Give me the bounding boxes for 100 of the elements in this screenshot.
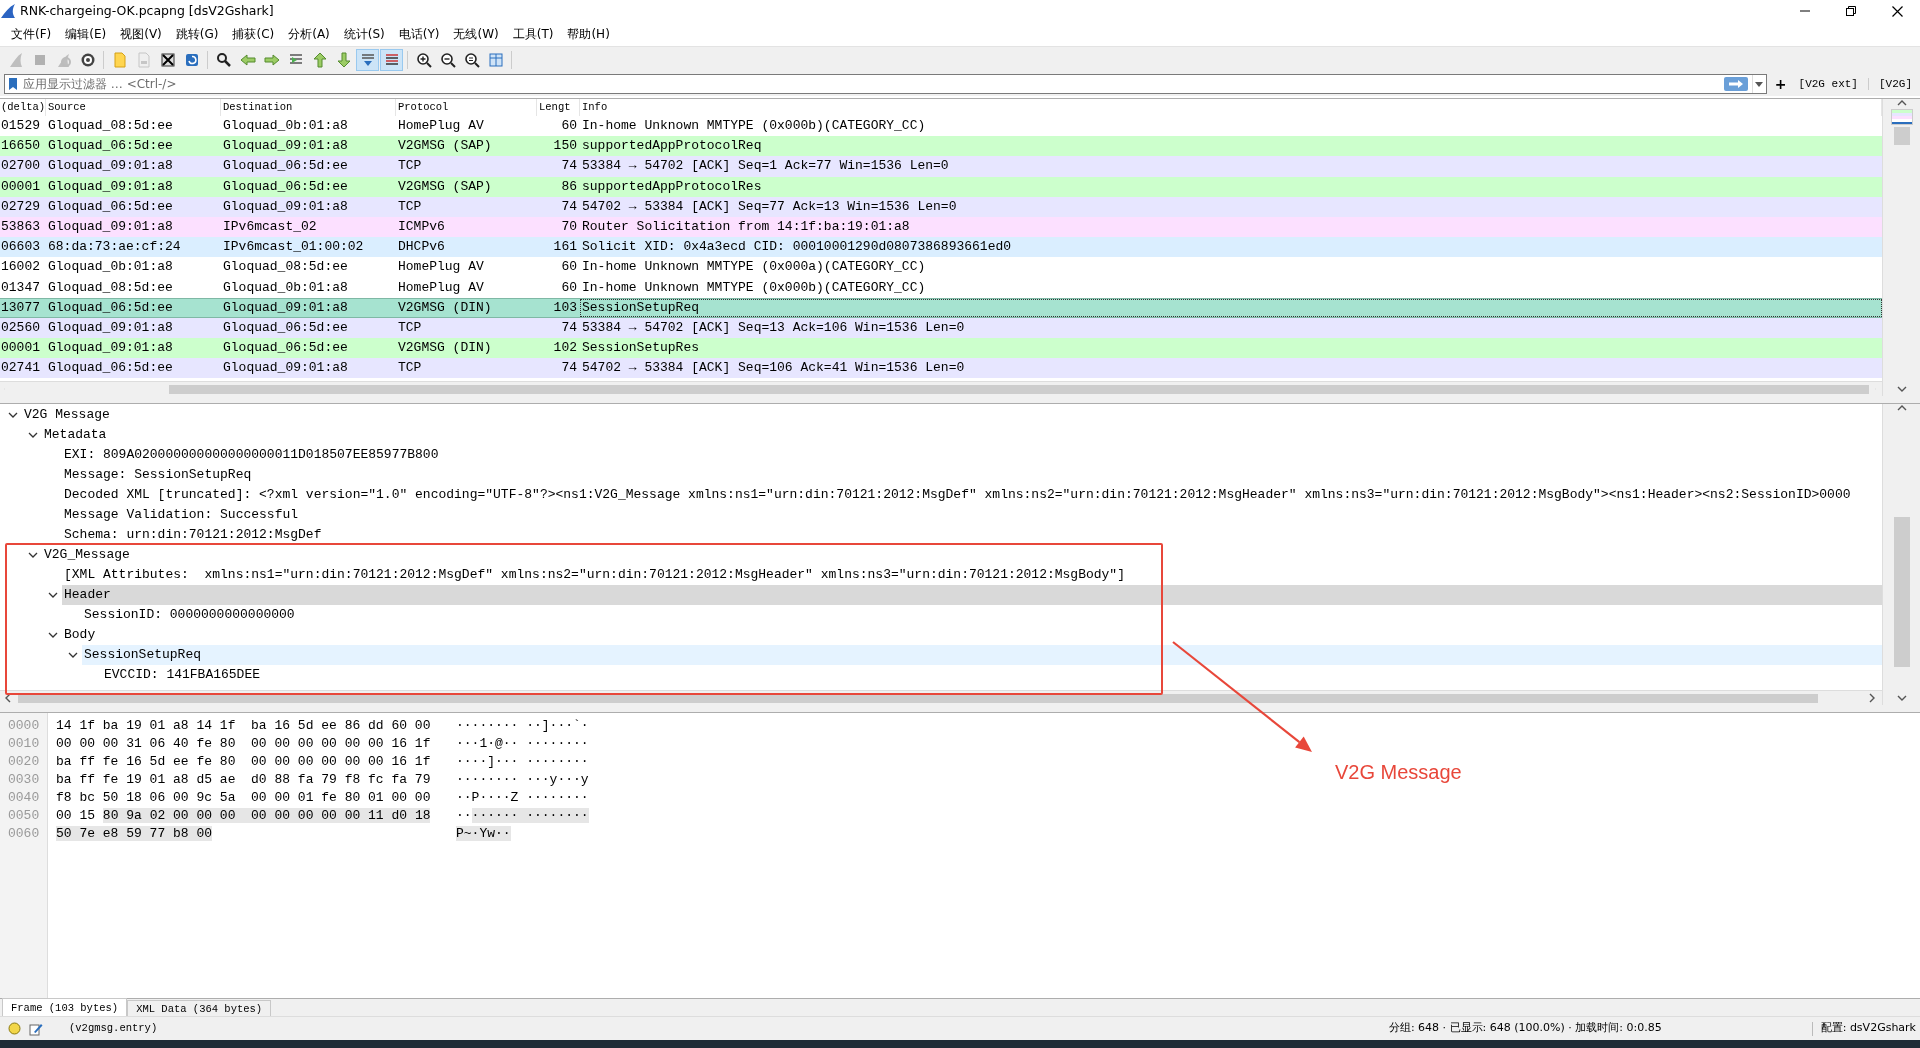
table-cell-text: 00001 [0, 177, 41, 196]
menu-item[interactable]: 跳转(G) [168, 25, 226, 43]
vertical-scrollbar[interactable] [1882, 99, 1920, 396]
column-header[interactable]: Protocol [396, 99, 537, 116]
scroll-up-icon[interactable] [1896, 99, 1907, 107]
table-cell-text: Gloquad_09:01:a8 [47, 339, 174, 358]
table-cell-text: In-home Unknown MMTYPE (0x000b)(CATEGORY_CC) [581, 278, 927, 297]
table-cell-text: Gloquad_09:01:a8 [47, 157, 174, 176]
vertical-scrollbar[interactable] [1882, 404, 1920, 705]
chevron-down-icon[interactable] [28, 431, 38, 439]
table-cell: SessionSetupReq [580, 298, 1882, 317]
colorize-icon [383, 51, 400, 68]
table-cell-text: Gloquad_06:5d:ee [47, 197, 174, 216]
tree-item[interactable]: Metadata [42, 425, 1882, 445]
colorize-button[interactable] [380, 48, 403, 71]
column-header[interactable]: Lengt [537, 99, 580, 116]
scroll-left-icon[interactable] [4, 693, 12, 703]
filter-button[interactable]: [V2G] [1875, 75, 1916, 93]
table-cell-text: Gloquad_06:5d:ee [47, 359, 174, 378]
tree-item[interactable]: Message: SessionSetupReq [62, 465, 1882, 485]
packet-row[interactable]: 06603 68:da:73:ae:cf:24 IPv6mcast_01:00:02 DHCPv6 161 Solicit XID: 0x4a3ecd CID: 00010001290d0807386893661ed0 [0, 237, 1882, 258]
tree-item[interactable]: EVCCID: 141FBA165DEE [102, 665, 1882, 685]
table-cell-text: 02560 [0, 318, 41, 337]
back-arrow-icon [239, 51, 256, 68]
tab[interactable]: Frame (103 bytes) [2, 998, 128, 1016]
packet-row[interactable]: 02729 Gloquad_06:5d:ee Gloquad_09:01:a8 TCP 74 54702 → 53384 [ACK] Seq=77 Ack=13 Win=1536 Len=0 [0, 196, 1882, 217]
packet-row[interactable]: 16650 Gloquad_06:5d:ee Gloquad_09:01:a8 V2GMSG (SAP) 150 supportedAppProtocolReq [0, 136, 1882, 157]
horizontal-scrollbar[interactable] [0, 690, 1882, 705]
tree-item[interactable]: Decoded XML [truncated]: <?xml version="1.0" encoding="UTF-8"?><ns1:V2G_Message xmlns:ns1="urn:din:70121:2012:MsgDef" xmlns:ns2="urn:din:70121:2012:MsgHeader" xmlns:ns3="urn:din:70121:2012:MsgBody"><ns1:Header><ns2:SessionID>0000 [62, 485, 1882, 505]
tree-item[interactable]: SessionID: 0000000000000000 [82, 605, 1882, 625]
restart-icon [55, 51, 72, 68]
tree-item[interactable]: Body [62, 625, 1882, 645]
tree-item[interactable]: V2G_Message [42, 545, 1882, 565]
scroll-down-icon[interactable] [1896, 385, 1907, 393]
column-header[interactable]: Info [580, 99, 1882, 116]
table-cell-text: Gloquad_09:01:a8 [222, 298, 349, 317]
menu-item[interactable]: 分析(A) [281, 25, 337, 43]
menu-item[interactable]: 文件(F) [4, 25, 59, 43]
table-cell-text: 60 [560, 278, 578, 297]
table-cell-text: Gloquad_09:01:a8 [222, 197, 349, 216]
ascii-text: ·· [456, 808, 472, 823]
tree-item[interactable]: Schema: urn:din:70121:2012:MsgDef [62, 525, 1882, 545]
table-cell-text: TCP [397, 157, 423, 176]
scroll-up-icon[interactable] [1896, 404, 1907, 412]
menu-item[interactable]: 统计(S) [336, 25, 392, 43]
menu-item[interactable]: 捕获(C) [225, 25, 282, 43]
tab[interactable]: XML Data (364 bytes) [127, 1000, 272, 1016]
tree-item[interactable]: Message Validation: Successful [62, 505, 1882, 525]
scroll-thumb[interactable] [1893, 517, 1910, 667]
packet-row[interactable]: 13077 Gloquad_06:5d:ee Gloquad_09:01:a8 V2GMSG (DIN) 103 SessionSetupReq [0, 297, 1882, 318]
table-cell-text: V2GMSG (SAP) [397, 137, 493, 156]
hex-bytes: 00 15 [56, 808, 95, 823]
table-cell-text: TCP [397, 359, 423, 378]
packet-row[interactable]: 02560 Gloquad_09:01:a8 Gloquad_06:5d:ee TCP 74 53384 → 54702 [ACK] Seq=13 Ack=106 Win=1536 Len=0 [0, 317, 1882, 339]
packet-row[interactable]: 02700 Gloquad_09:01:a8 Gloquad_06:5d:ee TCP 74 53384 → 54702 [ACK] Seq=1 Ack=77 Win=1536 Len=0 [0, 156, 1882, 177]
add-filter-button[interactable]: + [1772, 73, 1789, 95]
scroll-thumb[interactable] [169, 384, 1869, 394]
scroll-right-icon[interactable] [1868, 693, 1876, 703]
menu-item[interactable]: 视图(V) [113, 25, 169, 43]
table-cell-text: 74 [560, 359, 578, 378]
table-cell-text: 161 [552, 238, 578, 257]
autoscroll-button[interactable] [356, 48, 379, 71]
ascii-text: ····]··· ········ [456, 754, 589, 769]
chevron-down-icon[interactable] [28, 551, 38, 559]
tree-item[interactable]: V2G Message [22, 405, 1882, 425]
column-header[interactable]: (delta) [0, 99, 46, 116]
table-cell-text: Gloquad_06:5d:ee [47, 137, 174, 156]
packet-row[interactable]: 02741 Gloquad_06:5d:ee Gloquad_09:01:a8 TCP 74 54702 → 53384 [ACK] Seq=106 Ack=41 Win=1536 Len=0 [0, 358, 1882, 379]
bookmark-icon[interactable] [8, 77, 18, 91]
packet-row[interactable]: 53863 Gloquad_09:01:a8 IPv6mcast_02 ICMPv6 70 Router Solicitation from 14:1f:ba:19:01:a8 [0, 216, 1882, 238]
menu-item[interactable]: 无线(W) [446, 25, 506, 43]
status-indicator-icon[interactable] [8, 1022, 21, 1035]
chevron-down-icon[interactable] [48, 631, 58, 639]
highlighted-bytes: 50 7e e8 59 77 b8 00 [56, 826, 213, 841]
hex-bytes: 00 00 00 31 06 40 fe 80 00 00 00 00 00 00 16 1f [56, 736, 431, 751]
packet-row[interactable]: 00001 Gloquad_09:01:a8 Gloquad_06:5d:ee V2GMSG (DIN) 102 SessionSetupRes [0, 338, 1882, 359]
scroll-thumb[interactable] [18, 693, 1818, 703]
tree-item[interactable]: SessionSetupReq [82, 645, 1882, 665]
packet-row[interactable]: 00001 Gloquad_09:01:a8 Gloquad_06:5d:ee V2GMSG (SAP) 86 supportedAppProtocolRes [0, 176, 1882, 197]
tree-item[interactable]: [XML Attributes: xmlns:ns1="urn:din:70121:2012:MsgDef" xmlns:ns2="urn:din:70121:2012:MsgHeader" xmlns:ns3="urn:din:70121:2012:MsgBody"] [62, 565, 1882, 585]
tree-item[interactable]: Header [62, 585, 1882, 605]
column-header[interactable]: Source [46, 99, 221, 116]
scroll-down-icon[interactable] [1896, 694, 1907, 702]
scroll-thumb[interactable] [1893, 127, 1910, 145]
tree-item[interactable]: EXI: 809A020000000000000000011D018507EE85977B800 [62, 445, 1882, 465]
edit-comment-icon[interactable] [29, 1021, 43, 1036]
menu-item[interactable]: 编辑(E) [58, 25, 114, 43]
highlighted-ascii: P~·Yw·· [456, 826, 511, 841]
menu-item[interactable]: 帮助(H) [560, 25, 617, 43]
table-cell-text: V2GMSG (DIN) [397, 298, 493, 317]
menu-item[interactable]: 电话(Y) [391, 25, 447, 43]
close-icon [1891, 5, 1903, 17]
dropdown-button[interactable] [1751, 75, 1766, 93]
menu-item[interactable]: 工具(T) [505, 25, 561, 43]
chevron-down-icon[interactable] [8, 411, 18, 419]
chevron-down-icon[interactable] [68, 651, 78, 659]
column-header[interactable]: Destination [221, 99, 396, 116]
filter-button[interactable]: [V2G ext] [1794, 75, 1862, 93]
horizontal-scrollbar[interactable] [0, 381, 1882, 396]
chevron-down-icon[interactable] [48, 591, 58, 599]
